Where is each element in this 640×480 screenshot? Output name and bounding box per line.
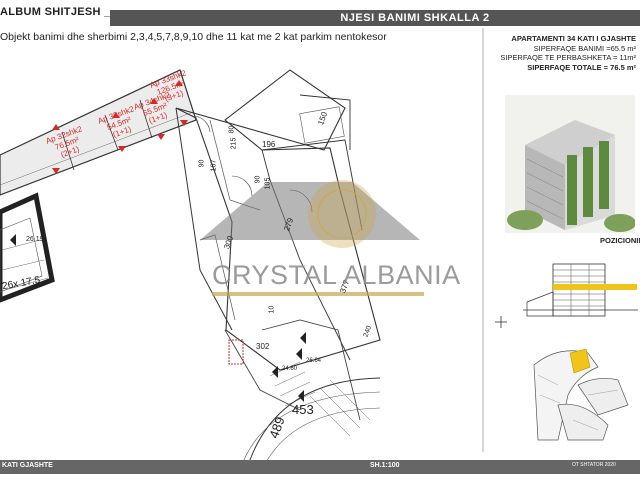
level-label: 26.64 xyxy=(306,358,322,364)
dimension-label: 105 xyxy=(264,177,272,190)
building-render-image xyxy=(505,95,635,233)
date-label: OT SHTATOR 2020 xyxy=(572,462,616,468)
positioning-label: POZICIONIM xyxy=(600,236,640,245)
floor-label: KATI GJASHTE xyxy=(2,462,53,469)
dimension-label: 167 xyxy=(210,159,218,172)
watermark: CRYSTAL ALBANIA xyxy=(212,260,461,290)
scale-label: SH.1:100 xyxy=(370,462,400,469)
dimension-label: 196 xyxy=(262,140,276,149)
level-label: 26.19 xyxy=(26,236,44,243)
dimension-label: 453 xyxy=(292,402,314,417)
building-section-diagram xyxy=(523,263,638,317)
dimension-label: 90 xyxy=(198,159,206,168)
level-label: 24.60 xyxy=(282,366,298,372)
dimension-label: 215 xyxy=(230,137,238,150)
dimension-label: 10 xyxy=(268,305,276,314)
dimension-label: 90 xyxy=(254,175,262,184)
site-key-map xyxy=(533,348,629,441)
footer-band xyxy=(0,460,640,474)
dimension-label: 302 xyxy=(256,342,270,351)
dimension-label: 80 xyxy=(228,125,236,134)
